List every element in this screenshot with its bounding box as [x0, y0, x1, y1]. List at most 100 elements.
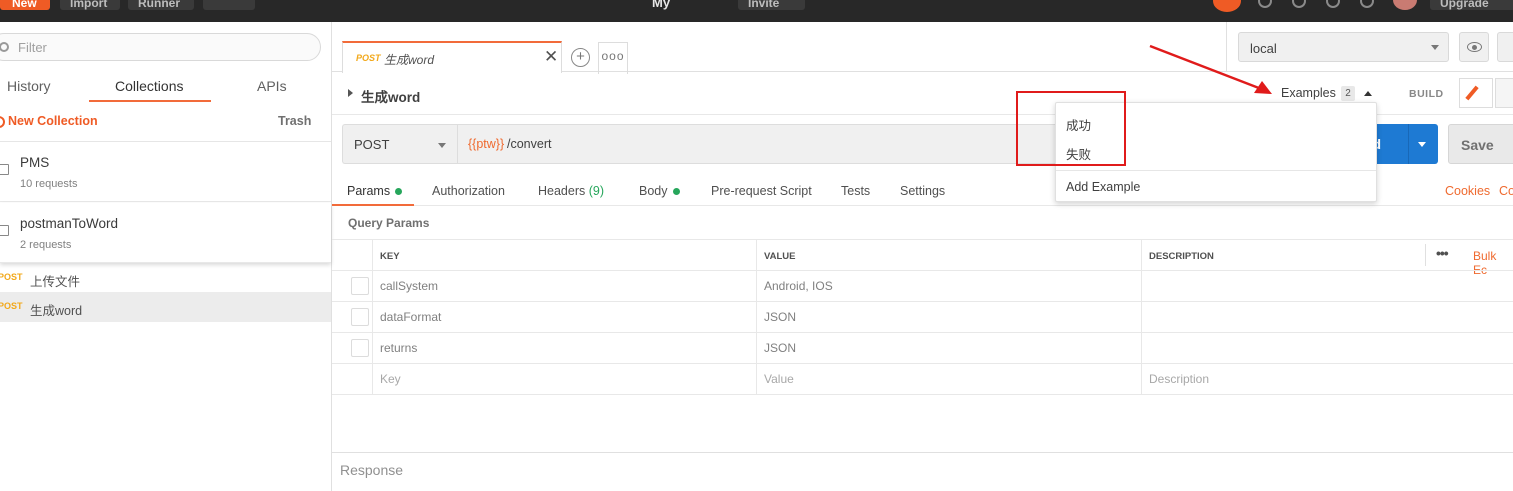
heart-icon[interactable]	[1360, 0, 1374, 8]
add-icon	[0, 116, 5, 128]
param-key: returns	[380, 341, 418, 355]
row-checkbox[interactable]	[351, 339, 369, 357]
param-value: Android, IOS	[764, 279, 833, 293]
save-label: Save	[1461, 137, 1494, 153]
upgrade-button[interactable]: Upgrade	[1430, 0, 1513, 10]
collection-name: PMS	[20, 155, 50, 170]
add-example-button[interactable]: Add Example	[1066, 180, 1140, 194]
header-cell: DESCRIPTION	[1141, 240, 1513, 271]
collection-item[interactable]: postmanToWord 2 requests	[0, 203, 331, 263]
import-button[interactable]: Import	[60, 0, 120, 10]
chevron-down-icon[interactable]	[1418, 142, 1426, 147]
code-link[interactable]: Co	[1499, 184, 1513, 198]
params-table: KEY VALUE DESCRIPTION ••• Bulk Ec callSy…	[332, 239, 1513, 395]
sync-icon[interactable]	[1213, 0, 1241, 12]
header-cell: KEY	[372, 240, 756, 271]
add-tab-button[interactable]: +	[571, 48, 590, 67]
edit-button[interactable]	[1459, 78, 1493, 108]
headers-count: (9)	[588, 184, 605, 198]
table-header-row: KEY VALUE DESCRIPTION ••• Bulk Ec	[332, 239, 1513, 277]
folder-icon	[0, 164, 9, 175]
description-cell[interactable]	[1141, 333, 1513, 364]
value-cell[interactable]: JSON	[756, 302, 1141, 333]
examples-button[interactable]: Examples	[1281, 86, 1336, 100]
new-window-button[interactable]	[203, 0, 255, 10]
divider	[332, 394, 1513, 395]
avatar[interactable]	[1393, 0, 1417, 10]
filter-input[interactable]: Filter	[0, 33, 321, 61]
description-cell[interactable]	[1141, 271, 1513, 302]
comments-button[interactable]	[1495, 78, 1513, 108]
method-select[interactable]: POST	[342, 124, 457, 164]
url-variable: {{ptw}}	[468, 137, 505, 151]
param-value: JSON	[764, 341, 797, 355]
environment-quick-look-button[interactable]	[1459, 32, 1489, 62]
notifications-icon[interactable]	[1326, 0, 1340, 8]
filter-placeholder: Filter	[18, 40, 47, 55]
tab-prerequest-script[interactable]: Pre-request Script	[711, 184, 812, 198]
request-item-selected[interactable]: POST 生成word	[0, 292, 331, 322]
tab-collections[interactable]: Collections	[115, 78, 183, 94]
key-cell[interactable]: callSystem	[372, 271, 756, 302]
tab-apis[interactable]: APIs	[257, 78, 287, 94]
capture-icon[interactable]	[1258, 0, 1272, 8]
tab-params-label: Params	[347, 184, 391, 198]
collection-count: 10 requests	[20, 178, 78, 190]
build-mode-label[interactable]: BUILD	[1409, 88, 1444, 100]
key-input[interactable]: Key	[372, 364, 756, 395]
value-input[interactable]: Value	[756, 364, 1141, 395]
save-button[interactable]: Save	[1448, 124, 1513, 164]
settings-icon[interactable]	[1292, 0, 1306, 8]
method-value: POST	[354, 137, 390, 152]
tab-tests[interactable]: Tests	[841, 184, 870, 198]
tab-history[interactable]: History	[7, 78, 51, 94]
value-cell[interactable]: JSON	[756, 333, 1141, 364]
table-row: dataFormat JSON	[332, 301, 1513, 333]
tab-authorization[interactable]: Authorization	[432, 184, 505, 198]
collection-item[interactable]: PMS 10 requests	[0, 142, 331, 202]
search-icon	[0, 42, 9, 52]
status-dot	[395, 188, 403, 196]
query-params-label: Query Params	[348, 216, 430, 230]
runner-button[interactable]: Runner	[128, 0, 194, 10]
more-options-icon[interactable]: •••	[1436, 245, 1449, 261]
table-row: returns JSON	[332, 332, 1513, 364]
manage-environments-button[interactable]	[1497, 32, 1513, 62]
description-input[interactable]: Description	[1141, 364, 1513, 395]
request-tab[interactable]: POST 生成word ✕	[342, 41, 562, 73]
trash-button[interactable]: Trash	[278, 114, 311, 128]
tab-name: 生成word	[384, 53, 435, 67]
tab-body[interactable]: Body	[639, 184, 680, 198]
workspace-name[interactable]: My	[652, 0, 670, 14]
param-key: dataFormat	[380, 310, 442, 324]
more-tabs-button[interactable]: ooo	[598, 42, 628, 74]
cookies-link[interactable]: Cookies	[1445, 184, 1490, 198]
close-icon[interactable]: ✕	[544, 47, 558, 67]
value-cell[interactable]: Android, IOS	[756, 271, 1141, 302]
top-toolbar: New Import Runner My Invite Upgrade	[0, 0, 1513, 22]
request-title[interactable]: 生成word	[361, 86, 420, 106]
tab-headers[interactable]: Headers (9)	[538, 184, 604, 198]
collection-count: 2 requests	[20, 239, 72, 251]
column-header: DESCRIPTION	[1149, 251, 1214, 262]
table-row: callSystem Android, IOS	[332, 270, 1513, 302]
new-button[interactable]: New	[0, 0, 50, 10]
key-cell[interactable]: returns	[372, 333, 756, 364]
row-checkbox[interactable]	[351, 277, 369, 295]
row-checkbox[interactable]	[351, 308, 369, 326]
caret-up-icon[interactable]	[1364, 91, 1372, 96]
status-dot	[672, 188, 680, 196]
active-tab-indicator	[89, 100, 211, 102]
method-badge: POST	[0, 301, 23, 311]
request-item[interactable]: POST 上传文件	[0, 263, 331, 293]
caret-right-icon[interactable]	[348, 89, 353, 97]
tab-params[interactable]: Params	[347, 184, 403, 198]
description-cell[interactable]	[1141, 302, 1513, 333]
invite-button[interactable]: Invite	[738, 0, 805, 10]
tab-method: POST	[356, 53, 381, 63]
key-cell[interactable]: dataFormat	[372, 302, 756, 333]
active-tab-indicator	[332, 204, 414, 206]
tab-body-label: Body	[639, 184, 668, 198]
tab-settings[interactable]: Settings	[900, 184, 945, 198]
new-collection-button[interactable]: New Collection	[8, 114, 98, 128]
